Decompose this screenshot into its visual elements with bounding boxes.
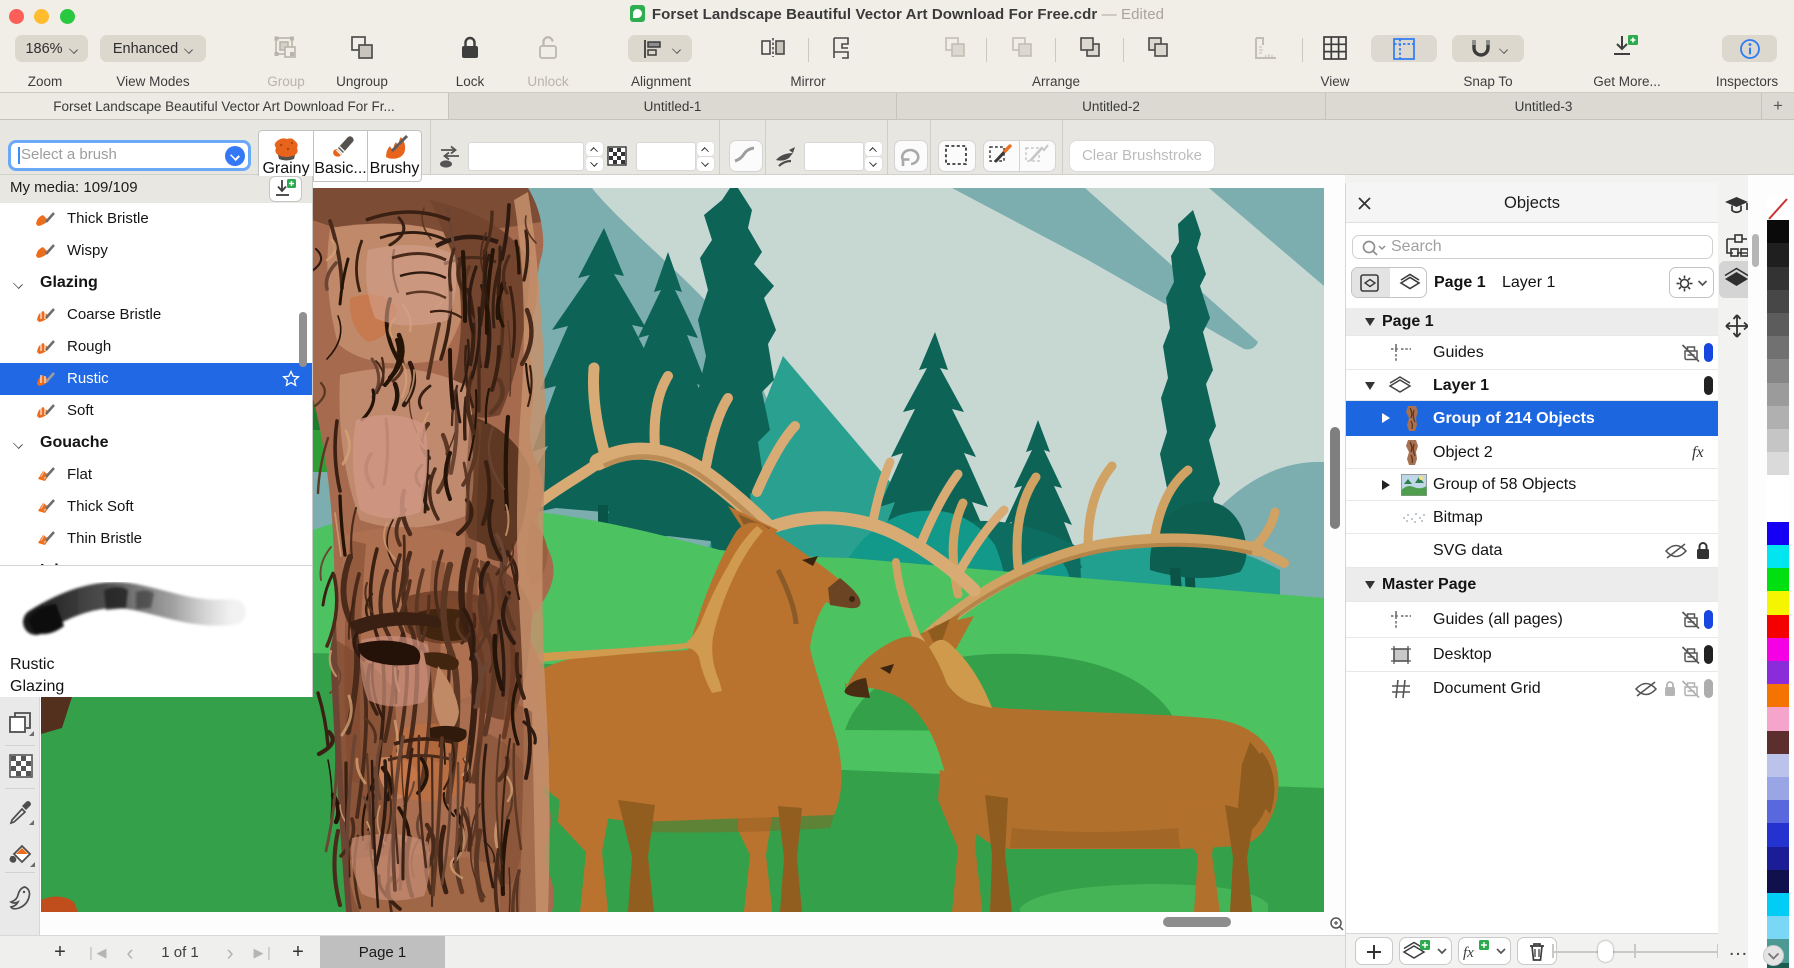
svg-text:fx: fx (1463, 945, 1474, 961)
